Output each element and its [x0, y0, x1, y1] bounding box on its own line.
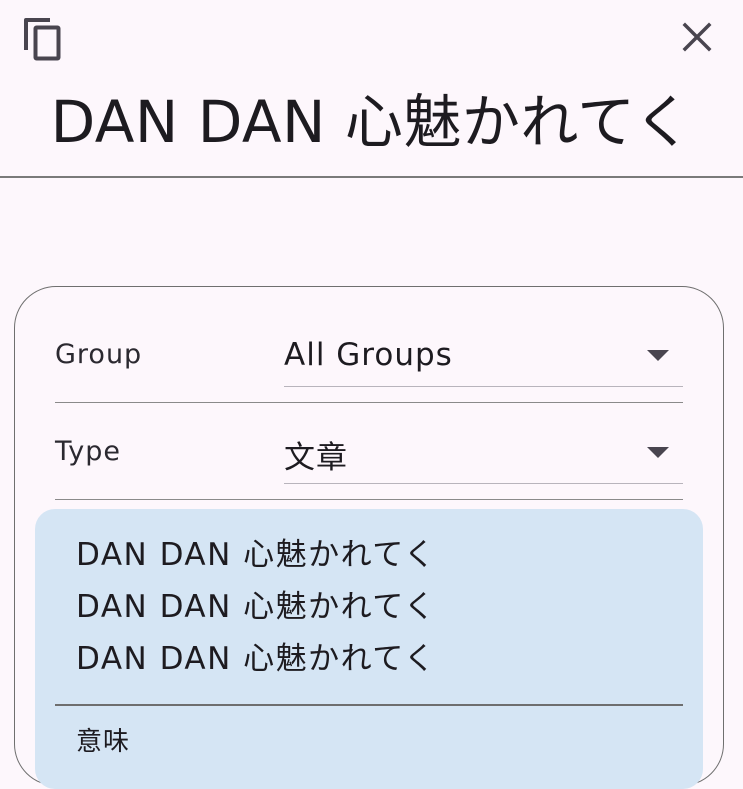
top-app-bar: DAN DAN 心魅かれてく: [0, 0, 743, 178]
close-button[interactable]: [668, 8, 724, 64]
page-title: DAN DAN 心魅かれてく: [50, 88, 693, 156]
group-select-value: All Groups: [284, 337, 453, 373]
type-select[interactable]: 文章: [284, 416, 683, 484]
type-label: Type: [55, 436, 122, 467]
sentence-card[interactable]: DAN DAN 心魅かれてく DAN DAN 心魅かれてく DAN DAN 心魅…: [35, 509, 703, 789]
meaning-label: 意味: [76, 727, 131, 757]
group-select[interactable]: All Groups: [284, 319, 683, 387]
dropdown-arrow-icon: [647, 447, 669, 458]
group-row: Group All Groups: [55, 307, 683, 403]
close-icon: [682, 22, 712, 52]
sentence-line-3: DAN DAN 心魅かれてく: [76, 641, 437, 677]
group-label: Group: [55, 339, 143, 370]
type-select-value: 文章: [284, 440, 348, 476]
copy-button[interactable]: [14, 8, 70, 64]
filter-card: Group All Groups Type 文章 DAN DAN 心魅かれてく …: [14, 286, 724, 789]
copy-icon: [24, 18, 61, 61]
sentence-line-2: DAN DAN 心魅かれてく: [76, 589, 437, 625]
type-row: Type 文章: [55, 404, 683, 500]
sentence-line-1: DAN DAN 心魅かれてく: [76, 537, 437, 573]
divider: [55, 704, 683, 706]
dropdown-arrow-icon: [647, 350, 669, 361]
